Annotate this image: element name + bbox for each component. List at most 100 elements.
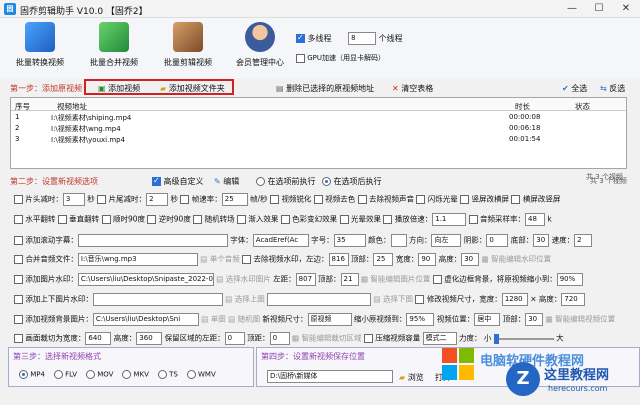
keep-top-input[interactable]: 0: [269, 332, 290, 345]
browse-button[interactable]: ▰ 浏览: [399, 372, 424, 383]
save-path-input[interactable]: D:\固桥\新媒体: [267, 370, 393, 383]
samplerate-input[interactable]: 48: [525, 213, 546, 226]
vflip-checkbox[interactable]: [57, 215, 67, 224]
reverse-select-button[interactable]: ⇆ 反选: [600, 83, 625, 94]
format-ts-radio[interactable]: [157, 370, 167, 379]
advanced-checkbox[interactable]: [152, 176, 161, 186]
resize-height-input[interactable]: 720: [561, 293, 586, 306]
wm-left-input[interactable]: 816: [328, 253, 349, 266]
mute-checkbox[interactable]: [357, 195, 367, 204]
edit-button[interactable]: ✎ 编辑: [214, 176, 239, 187]
keep-left-input[interactable]: 0: [224, 332, 245, 345]
single-audio-button[interactable]: ▤ 单个音频: [200, 255, 239, 264]
head-cut-input[interactable]: 3: [62, 193, 85, 206]
samplerate-checkbox[interactable]: [468, 215, 478, 224]
scale-select[interactable]: 95%: [406, 313, 435, 326]
single-img-button[interactable]: ▤ 单图: [201, 315, 225, 324]
clear-table-button[interactable]: ✕ 清空表格: [392, 83, 433, 94]
batch-merge-button[interactable]: 批量合并视频: [82, 22, 146, 68]
glow-checkbox[interactable]: [339, 215, 349, 224]
sharpen-checkbox[interactable]: [270, 195, 280, 204]
cw90-checkbox[interactable]: [101, 215, 111, 224]
decolor-checkbox[interactable]: [313, 195, 323, 204]
speed-checkbox[interactable]: [383, 215, 393, 224]
h2v-checkbox[interactable]: [511, 195, 521, 204]
maximize-icon[interactable]: ☐: [587, 2, 611, 16]
audio-checkbox[interactable]: [14, 255, 23, 264]
direction-select[interactable]: 向左: [431, 234, 462, 247]
smart-crop-button[interactable]: ▦ 智能编辑裁切区域: [292, 334, 361, 343]
crop-height-input[interactable]: 360: [136, 332, 163, 345]
close-icon[interactable]: ✕: [614, 2, 638, 16]
tail-cut-checkbox[interactable]: [97, 195, 107, 204]
bg-checkbox[interactable]: [14, 315, 23, 324]
batch-convert-button[interactable]: 批量转换视频: [8, 22, 72, 68]
hflip-checkbox[interactable]: [14, 215, 23, 224]
wm-width-input[interactable]: 90: [418, 253, 437, 266]
minimize-icon[interactable]: —: [560, 2, 584, 16]
add-folder-button[interactable]: ▰ 添加视频文件夹: [160, 83, 225, 94]
table-row[interactable]: 2 I:\视频素材\wng.mp4 00:06:18: [11, 122, 626, 133]
v2h-checkbox[interactable]: [460, 195, 470, 204]
flash-checkbox[interactable]: [416, 195, 426, 204]
image-wm-path[interactable]: C:\Users\liu\Desktop\Snipaste_2022-0: [77, 273, 214, 286]
threads-input[interactable]: 8: [348, 32, 377, 45]
video-table[interactable]: 序号 视频地址 时长 状态 1 I:\视频素材\shiping.mp4 00:00:…: [10, 97, 627, 169]
batch-edit-button[interactable]: 批量剪辑视频: [156, 22, 220, 68]
table-row[interactable]: 3 I:\视频素材\youxi.mp4 00:01:54: [11, 133, 626, 144]
font-select[interactable]: AcadEref(Ac: [252, 234, 309, 247]
crop-checkbox[interactable]: [14, 334, 23, 343]
before-radio[interactable]: [256, 177, 265, 186]
fps-input[interactable]: 25: [221, 193, 248, 206]
smart-vpos-button[interactable]: ▦ 智能编辑视频位置: [546, 315, 615, 324]
after-radio[interactable]: [322, 177, 331, 186]
choose-bottom-button[interactable]: ▤ 选择下图: [374, 295, 413, 304]
blur-select[interactable]: 90%: [556, 273, 583, 286]
blur-checkbox[interactable]: [432, 275, 442, 284]
random-img-button[interactable]: ▤ 随机图: [228, 315, 260, 324]
speed-select[interactable]: 1.1: [432, 213, 467, 226]
head-cut-checkbox[interactable]: [14, 195, 23, 204]
fps-checkbox[interactable]: [180, 195, 190, 204]
bottom-input[interactable]: 30: [533, 234, 550, 247]
img-left-input[interactable]: 807: [295, 273, 316, 286]
resize-checkbox[interactable]: [415, 295, 425, 304]
smart-img-button[interactable]: ▦ 智能编辑图片位置: [361, 275, 430, 284]
multithread-checkbox[interactable]: [296, 33, 305, 43]
member-center-button[interactable]: 会员管理中心: [228, 22, 292, 68]
shadow-input[interactable]: 0: [486, 234, 509, 247]
gpu-checkbox[interactable]: [296, 53, 305, 63]
resize-width-input[interactable]: 1280: [501, 293, 528, 306]
delete-selected-button[interactable]: ▤ 删除已选择的原视频地址: [276, 83, 374, 94]
subtitle-speed-input[interactable]: 2: [574, 234, 593, 247]
format-mov-radio[interactable]: [85, 370, 95, 379]
bottom-img-input[interactable]: [267, 293, 372, 306]
table-row[interactable]: 1 I:\视频素材\shiping.mp4 00:00:08: [11, 111, 626, 122]
slider-handle[interactable]: [493, 333, 499, 344]
audio-path-input[interactable]: I:\音乐\wng.mp3: [77, 253, 198, 266]
bg-path-input[interactable]: C:\Users\liu\Desktop\Sni: [92, 313, 199, 326]
wm-top-input[interactable]: 25: [373, 253, 394, 266]
select-all-button[interactable]: ✔ 全选: [562, 83, 587, 94]
topbottom-checkbox[interactable]: [14, 295, 23, 304]
add-video-button[interactable]: ▣ 添加视频: [98, 83, 140, 94]
compress-checkbox[interactable]: [363, 334, 373, 343]
compress-mode-select[interactable]: 模式二: [422, 332, 457, 345]
format-mkv-radio[interactable]: [122, 370, 132, 379]
remove-wm-checkbox[interactable]: [242, 255, 252, 264]
smart-wm-button[interactable]: ▦ 智能编辑水印位置: [482, 255, 551, 264]
format-wmv-radio[interactable]: [186, 370, 196, 379]
subtitle-input[interactable]: [77, 234, 228, 247]
img-top-input[interactable]: 21: [340, 273, 359, 286]
choose-wm-button[interactable]: ▤ 选择水印图片: [216, 275, 270, 284]
size-select[interactable]: 35: [333, 234, 366, 247]
force-slider[interactable]: [493, 333, 554, 344]
top-img-input[interactable]: [92, 293, 223, 306]
fadein-checkbox[interactable]: [237, 215, 246, 224]
ccw90-checkbox[interactable]: [147, 215, 157, 224]
vpos-select[interactable]: 居中: [474, 313, 501, 326]
colorshift-checkbox[interactable]: [280, 215, 290, 224]
transition-checkbox[interactable]: [193, 215, 203, 224]
bg-top-input[interactable]: 30: [525, 313, 544, 326]
newsize-select[interactable]: 原视频: [307, 313, 352, 326]
